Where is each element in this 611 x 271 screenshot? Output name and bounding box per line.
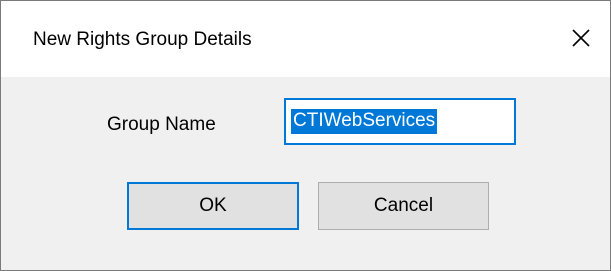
close-button[interactable]	[566, 23, 596, 53]
dialog-title: New Rights Group Details	[33, 29, 252, 50]
group-name-label: Group Name	[107, 114, 216, 135]
cancel-button[interactable]: Cancel	[318, 182, 489, 230]
title-bar: New Rights Group Details	[1, 1, 610, 77]
group-name-input[interactable]: CTIWebServices	[284, 98, 516, 145]
group-name-value: CTIWebServices	[291, 109, 438, 134]
close-icon	[572, 29, 590, 47]
dialog-window: New Rights Group Details Group Name CTIW…	[0, 0, 611, 271]
ok-button[interactable]: OK	[127, 182, 299, 230]
